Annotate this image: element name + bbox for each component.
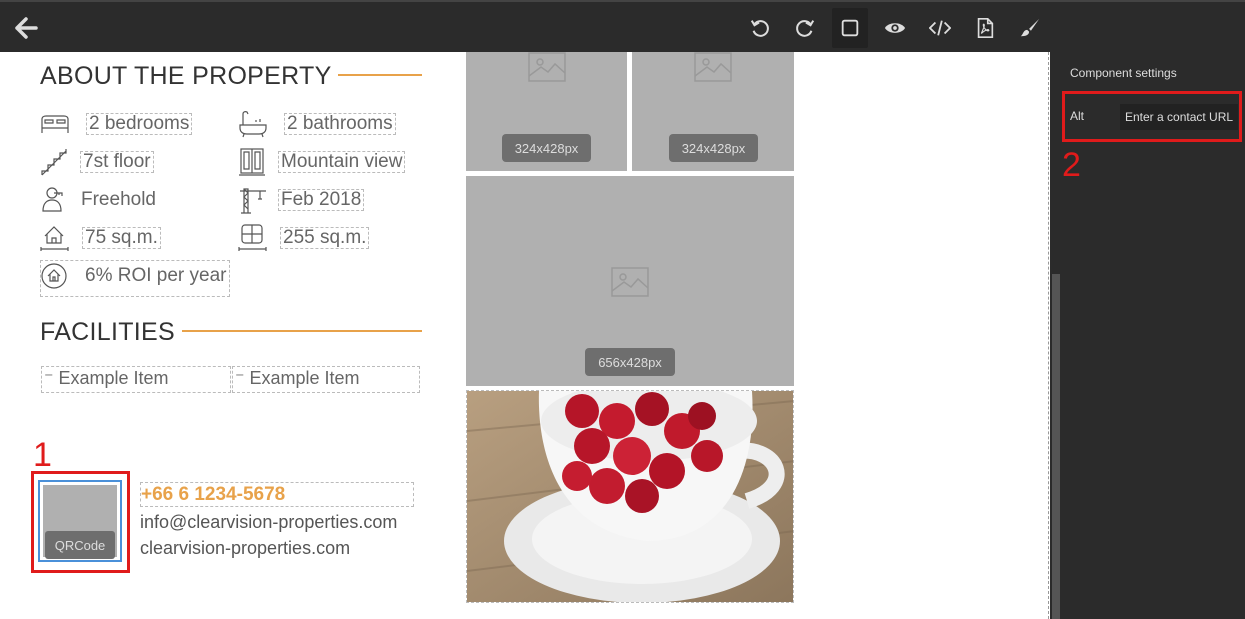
feature-text: 255 sq.m. xyxy=(280,227,370,249)
feature-bedrooms[interactable]: 2 bedrooms xyxy=(40,109,193,139)
about-heading: ABOUT THE PROPERTY xyxy=(40,62,332,90)
image-size-label: 656x428px xyxy=(585,348,675,376)
panel-title: Component settings xyxy=(1070,66,1177,80)
dash-icon: ⁻ xyxy=(235,368,250,388)
feature-land-area[interactable]: 255 sq.m. xyxy=(238,223,370,253)
feature-living-area[interactable]: 75 sq.m. xyxy=(40,223,161,253)
feature-text: 2 bathrooms xyxy=(284,113,396,135)
facilities-heading-line xyxy=(182,330,422,332)
feature-built-date[interactable]: Feb 2018 xyxy=(238,185,365,215)
top-toolbar xyxy=(0,0,1245,52)
feature-text: 6% ROI per year xyxy=(85,265,227,286)
annotation-number-2: 2 xyxy=(1062,146,1081,184)
crane-icon xyxy=(238,185,268,215)
raspberries-photo[interactable] xyxy=(466,390,794,603)
image-size-label: 324x428px xyxy=(502,134,591,162)
contact-phone[interactable]: +66 6 1234-5678 xyxy=(140,482,414,507)
facility-item[interactable]: ⁻ Example Item xyxy=(232,366,420,393)
eye-icon[interactable] xyxy=(877,8,913,48)
image-icon xyxy=(611,267,649,297)
stairs-icon xyxy=(40,147,70,177)
about-heading-line xyxy=(338,74,422,76)
contact-website[interactable]: clearvision-properties.com xyxy=(140,538,350,559)
feature-view[interactable]: Mountain view xyxy=(238,147,406,177)
facility-item[interactable]: ⁻ Example Item xyxy=(41,366,231,393)
floorplan-icon xyxy=(238,223,268,253)
pdf-icon[interactable] xyxy=(967,8,1003,48)
feature-text: 75 sq.m. xyxy=(82,227,161,249)
feature-text: Mountain view xyxy=(278,151,406,173)
image-size-label: 324x428px xyxy=(669,134,758,162)
feature-bathrooms[interactable]: 2 bathrooms xyxy=(238,109,396,139)
window-icon xyxy=(238,147,268,177)
feature-text: Freehold xyxy=(81,189,156,210)
scrollbar-thumb[interactable] xyxy=(1052,274,1060,619)
contact-email[interactable]: info@clearvision-properties.com xyxy=(140,512,397,533)
feature-floor[interactable]: 7st floor xyxy=(40,147,154,177)
square-icon[interactable] xyxy=(832,8,868,48)
code-icon[interactable] xyxy=(922,8,958,48)
annotation-box-2 xyxy=(1062,91,1242,142)
feature-roi[interactable]: 6% ROI per year xyxy=(40,261,230,291)
image-placeholder-small-2[interactable]: 324x428px xyxy=(632,52,794,171)
annotation-box-1 xyxy=(31,471,130,573)
arrow-left-icon[interactable] xyxy=(12,14,40,42)
canvas-edge xyxy=(1048,52,1049,619)
house-area-icon xyxy=(40,223,70,253)
redo-icon[interactable] xyxy=(787,8,823,48)
key-person-icon xyxy=(38,185,68,215)
bathtub-icon xyxy=(238,109,268,139)
image-placeholder-large[interactable]: 656x428px xyxy=(466,176,794,386)
feature-tenure[interactable]: Freehold xyxy=(38,185,159,215)
brush-icon[interactable] xyxy=(1012,8,1048,48)
annotation-number-1: 1 xyxy=(33,436,52,474)
image-placeholder-small-1[interactable]: 324x428px xyxy=(466,52,627,171)
feature-text: Feb 2018 xyxy=(278,189,365,211)
feature-text: 7st floor xyxy=(80,151,154,173)
dash-icon: ⁻ xyxy=(44,368,59,388)
house-roi-icon xyxy=(40,261,70,291)
bed-icon xyxy=(40,109,70,139)
image-icon xyxy=(694,52,732,82)
undo-icon[interactable] xyxy=(742,8,778,48)
image-icon xyxy=(528,52,566,82)
feature-text: 2 bedrooms xyxy=(86,113,193,135)
facilities-heading: FACILITIES xyxy=(40,318,175,346)
